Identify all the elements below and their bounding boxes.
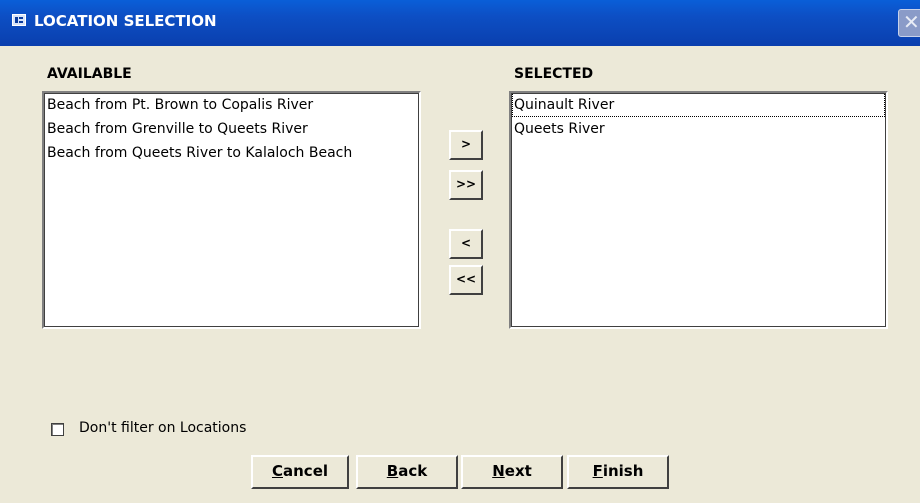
next-label: ext — [504, 462, 532, 480]
list-item[interactable]: Beach from Pt. Brown to Copalis River — [44, 93, 419, 117]
back-button[interactable]: Back — [356, 455, 458, 489]
selected-list[interactable]: Quinault River Queets River — [509, 91, 888, 329]
back-accesskey: B — [386, 462, 399, 480]
close-button[interactable]: ✕ — [898, 9, 920, 37]
available-label: AVAILABLE — [47, 66, 132, 82]
remove-all-button[interactable]: << — [449, 265, 483, 295]
finish-label: inish — [602, 462, 644, 480]
next-accesskey: N — [492, 462, 505, 480]
finish-button[interactable]: Finish — [567, 455, 669, 489]
selected-label: SELECTED — [514, 66, 594, 82]
filter-checkbox-label[interactable]: Don't filter on Locations — [79, 420, 246, 436]
add-one-button[interactable]: > — [449, 130, 483, 160]
window-title: LOCATION SELECTION — [34, 12, 217, 30]
available-list[interactable]: Beach from Pt. Brown to Copalis River Be… — [42, 91, 421, 329]
filter-checkbox[interactable] — [51, 423, 64, 436]
cancel-label: ancel — [283, 462, 329, 480]
list-item[interactable]: Quinault River — [512, 93, 885, 117]
list-item[interactable]: Beach from Queets River to Kalaloch Beac… — [44, 141, 419, 165]
back-label: ack — [398, 462, 428, 480]
close-icon: ✕ — [903, 10, 920, 34]
list-item[interactable]: Beach from Grenville to Queets River — [44, 117, 419, 141]
remove-one-button[interactable]: < — [449, 229, 483, 259]
title-bar: LOCATION SELECTION ✕ — [0, 0, 920, 46]
finish-accesskey: F — [592, 462, 603, 480]
cancel-accesskey: C — [271, 462, 283, 480]
next-button[interactable]: Next — [461, 455, 563, 489]
add-all-button[interactable]: >> — [449, 170, 483, 200]
cancel-button[interactable]: Cancel — [251, 455, 349, 489]
list-item[interactable]: Queets River — [511, 117, 886, 141]
form-icon — [12, 14, 26, 26]
